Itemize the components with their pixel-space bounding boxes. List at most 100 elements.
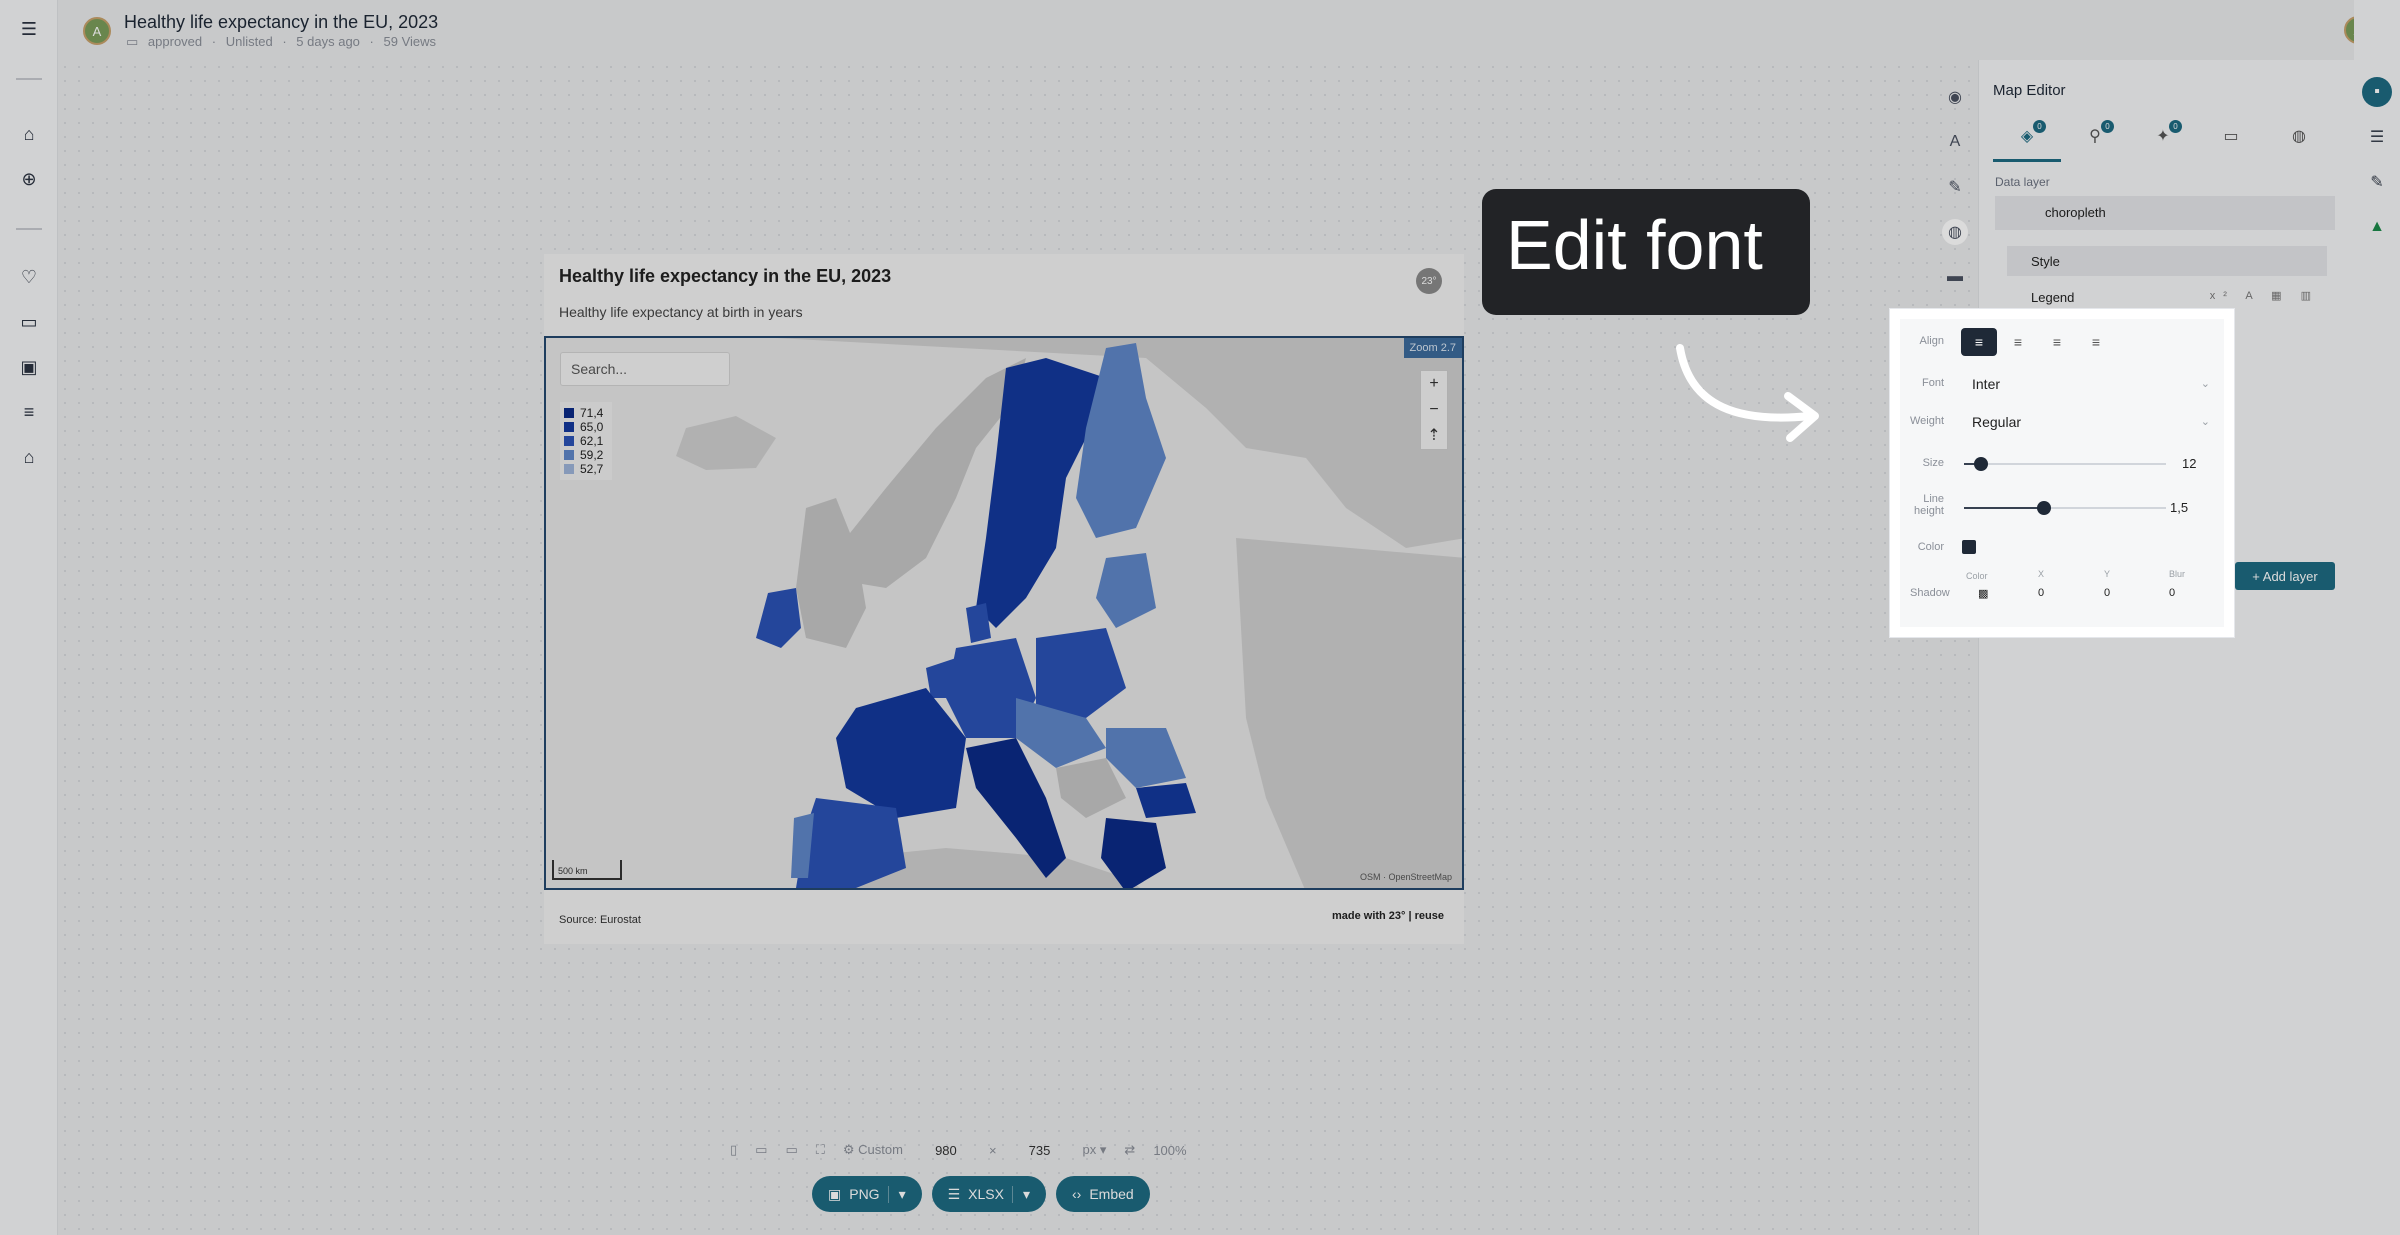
weight-select[interactable]: Regular: [1972, 414, 2021, 430]
text-icon[interactable]: A: [1940, 119, 1970, 164]
add-layer-button[interactable]: + Add layer: [2235, 562, 2335, 590]
checkerboard-icon[interactable]: ▩: [1978, 587, 1988, 600]
tab-projection[interactable]: ◍: [2265, 126, 2333, 162]
add-circle-icon[interactable]: ⊕: [14, 164, 44, 194]
png-export-button[interactable]: ▣ PNG ▾: [812, 1176, 922, 1212]
save-icon[interactable]: ▪: [2362, 77, 2392, 107]
shadow-y-label: Y: [2104, 569, 2111, 579]
laptop-icon[interactable]: ▭: [785, 1142, 797, 1158]
meta-separator: ·: [211, 34, 217, 49]
legend-item: 62,1: [564, 434, 608, 448]
made-with-link[interactable]: made with 23° | reuse: [1332, 910, 1444, 922]
page-title: Healthy life expectancy in the EU, 2023: [124, 12, 439, 32]
map-attribution[interactable]: OSM · OpenStreetMap: [1360, 872, 1452, 882]
heart-icon[interactable]: ♡: [14, 262, 44, 292]
tab-annotations[interactable]: ✦ 0: [2129, 120, 2197, 162]
unit-select[interactable]: px ▾: [1083, 1142, 1107, 1158]
shadow-blur-input[interactable]: 0: [2169, 587, 2175, 599]
zoom-percent[interactable]: 100%: [1153, 1143, 1186, 1158]
gear-icon: ⚙: [842, 1142, 855, 1157]
line-height-label-line1: Line: [1923, 493, 1944, 505]
swap-icon[interactable]: ⇄: [1124, 1142, 1135, 1158]
iceland: [676, 416, 776, 470]
map-view[interactable]: Search... 71,4 65,0 62,1 59,2 52,7 Zoom …: [544, 336, 1464, 890]
globe-tool[interactable]: ◍: [1940, 209, 1970, 254]
region-bulgaria: [1136, 783, 1196, 818]
edit-font-callout: Edit font: [1482, 189, 1810, 315]
chart-card: Healthy life expectancy in the EU, 2023 …: [544, 254, 1464, 944]
region-ireland: [756, 588, 801, 648]
brush-icon[interactable]: ✎: [1940, 164, 1970, 209]
image-icon: ▣: [828, 1185, 842, 1202]
shadow-label: Shadow: [1910, 587, 1950, 599]
logo-icon[interactable]: ▲: [2362, 212, 2392, 242]
unit-label: px: [1082, 1142, 1097, 1157]
folder-icon[interactable]: ▭: [14, 307, 44, 337]
image-icon[interactable]: ▣: [14, 352, 44, 382]
align-center-icon[interactable]: ≡: [2000, 328, 2036, 356]
font-row[interactable]: Font Inter ⌄: [1900, 365, 2224, 403]
eye-icon[interactable]: ◉: [1940, 74, 1970, 119]
shadow-color-label: Color: [1966, 571, 1988, 581]
comment-icon[interactable]: ▬: [1940, 254, 1970, 299]
compass-icon[interactable]: ⇡: [1421, 423, 1447, 449]
width-input[interactable]: 980: [921, 1143, 971, 1158]
home-icon[interactable]: ⌂: [14, 119, 44, 149]
line-height-input[interactable]: 1,5: [2170, 500, 2188, 515]
sliders-icon[interactable]: ≡: [14, 397, 44, 427]
legend-section[interactable]: Legend x² A ▦ ▥: [2007, 282, 2327, 312]
mobile-icon[interactable]: ▯: [730, 1142, 737, 1158]
align-left-icon[interactable]: ≡: [1961, 328, 1997, 356]
size-slider-thumb[interactable]: [1974, 457, 1988, 471]
graduation-cap-icon[interactable]: ⌂: [14, 442, 44, 472]
size-input[interactable]: 12: [2182, 456, 2196, 471]
height-input[interactable]: 735: [1015, 1143, 1065, 1158]
embed-button[interactable]: ‹› Embed: [1056, 1176, 1150, 1212]
legend-tool-icons[interactable]: x² A ▦ ▥: [2210, 289, 2319, 302]
pencil-icon[interactable]: ✎: [2362, 167, 2392, 197]
map-shapes: [676, 338, 1462, 888]
brand-badge-icon: 23°: [1416, 268, 1442, 294]
align-justify-icon[interactable]: ≡: [2078, 328, 2114, 356]
size-row: Size 12: [1900, 441, 2224, 485]
shadow-x-input[interactable]: 0: [2038, 587, 2044, 599]
align-right-icon[interactable]: ≡: [2039, 328, 2075, 356]
tab-count: 0: [2169, 120, 2182, 133]
sidebar-divider: [16, 78, 42, 80]
legend-item: 59,2: [564, 448, 608, 462]
data-layer-label: Data layer: [1995, 175, 2050, 189]
tablet-icon[interactable]: ▭: [755, 1142, 767, 1158]
tab-filters[interactable]: ⚲ 0: [2061, 120, 2129, 162]
tab-layers[interactable]: ◈ 0: [1993, 120, 2061, 162]
chart-title: Healthy life expectancy in the EU, 2023: [559, 266, 892, 286]
xlsx-export-button[interactable]: ☰ XLSX ▾: [931, 1176, 1047, 1212]
map-search-input[interactable]: Search...: [560, 352, 730, 386]
layer-choropleth[interactable]: choropleth: [1995, 196, 2335, 230]
right-rail: ▪ ☰ ✎ ▲: [2354, 0, 2400, 1235]
weight-label: Weight: [1910, 415, 1945, 427]
legend-item: 71,4: [564, 406, 608, 420]
custom-size-select[interactable]: ⚙ Custom: [843, 1142, 903, 1158]
avatar[interactable]: A: [83, 17, 111, 45]
style-section[interactable]: Style: [2007, 246, 2327, 276]
chevron-down-icon[interactable]: ▾: [1011, 1185, 1030, 1203]
font-select[interactable]: Inter: [1972, 376, 2000, 392]
menu-icon[interactable]: ☰: [14, 14, 44, 44]
tab-basemap[interactable]: ▭: [2197, 126, 2265, 162]
shadow-y-input[interactable]: 0: [2104, 587, 2110, 599]
chevron-down-icon[interactable]: ▾: [887, 1185, 906, 1203]
region-benelux: [926, 658, 956, 698]
layer-name: choropleth: [2045, 205, 2106, 220]
weight-row[interactable]: Weight Regular ⌄: [1900, 403, 2224, 441]
tool-strip: ◉ A ✎ ◍ ▬: [1940, 74, 1970, 299]
annotation-icon: ✦: [2156, 128, 2170, 145]
fullscreen-icon[interactable]: ⛶: [816, 1142, 825, 1158]
color-swatch[interactable]: [1962, 540, 1976, 554]
line-height-slider-thumb[interactable]: [2037, 501, 2051, 515]
zoom-in-icon[interactable]: +: [1421, 371, 1447, 397]
folder-small-icon: ▭: [126, 34, 139, 49]
legend-item: 65,0: [564, 420, 608, 434]
map-icon: ▭: [2223, 128, 2239, 145]
database-icon[interactable]: ☰: [2362, 122, 2392, 152]
zoom-out-icon[interactable]: −: [1421, 397, 1447, 423]
